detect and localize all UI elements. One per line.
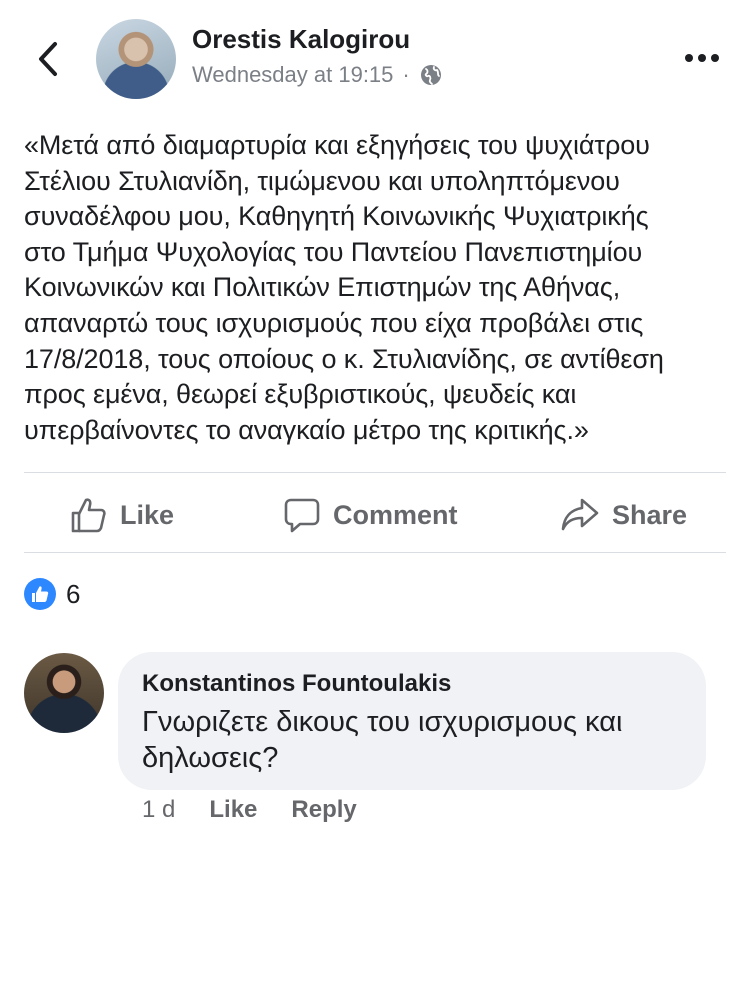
comment-text-line: δηλωσεις? bbox=[142, 742, 279, 774]
comment-meta: 1 d Like Reply bbox=[142, 796, 391, 824]
post-timestamp[interactable]: Wednesday at 19:15 bbox=[192, 62, 393, 88]
poster-name[interactable]: Orestis Kalogirou bbox=[192, 24, 410, 55]
like-button[interactable]: Like bbox=[70, 488, 174, 542]
reaction-count: 6 bbox=[66, 578, 81, 609]
comment-label: Comment bbox=[333, 499, 458, 530]
divider-top bbox=[24, 472, 726, 473]
comment-reply-button[interactable]: Reply bbox=[291, 796, 356, 824]
poster-avatar[interactable] bbox=[96, 19, 176, 99]
reactions-summary[interactable]: 6 bbox=[24, 578, 80, 610]
back-button[interactable] bbox=[28, 36, 68, 82]
post-text-line: «Μετά από διαμαρτυρία και εξηγήσεις του … bbox=[24, 130, 650, 160]
share-label: Share bbox=[612, 499, 688, 530]
comment-button[interactable]: Comment bbox=[283, 488, 458, 542]
comment-icon bbox=[284, 498, 320, 533]
more-options-button[interactable] bbox=[680, 44, 724, 72]
like-reaction-icon bbox=[24, 578, 56, 610]
comment-like-button[interactable]: Like bbox=[209, 796, 257, 824]
like-label: Like bbox=[120, 499, 175, 530]
post-meta: Wednesday at 19:15 · bbox=[192, 62, 443, 88]
thumbs-up-icon bbox=[71, 498, 106, 533]
commenter-avatar[interactable] bbox=[24, 653, 104, 733]
meta-separator: · bbox=[402, 62, 410, 87]
comment-text: Γνωριζετε δικους του ισχυρισμους και δηλ… bbox=[142, 704, 702, 776]
post-text-line: συναδέλφου μου, Καθηγητή Κοινωνικής Ψυχι… bbox=[24, 201, 649, 232]
more-icon bbox=[685, 54, 719, 62]
share-icon bbox=[561, 498, 599, 531]
post-text-line: στο Τμήμα Ψυχολογίας του Παντείου Πανεπι… bbox=[24, 236, 643, 267]
comment-text-line: Γνωριζετε δικους του ισχυρισμους και bbox=[142, 706, 623, 738]
chevron-left-icon bbox=[39, 42, 57, 76]
post-text-line: απαναρτώ τους ισχυρισμούς που είχα προβά… bbox=[24, 307, 644, 338]
post-text-line: προς εμένα, θεωρεί εξυβριστικούς, ψευδεί… bbox=[24, 379, 577, 410]
post-text-line: 17/8/2018, τους οποίους ο κ. Στυλιανίδης… bbox=[24, 343, 664, 374]
share-button[interactable]: Share bbox=[560, 488, 687, 542]
comment-author[interactable]: Konstantinos Fountoulakis bbox=[142, 670, 451, 698]
divider-bottom bbox=[24, 552, 726, 553]
globe-icon bbox=[420, 65, 441, 85]
post-text: «Μετά από διαμαρτυρία και εξηγήσεις του … bbox=[24, 128, 724, 448]
comment-time: 1 d bbox=[142, 796, 176, 823]
post-text-line: Στέλιου Στυλιανίδη, τιμώμενου και υποληπ… bbox=[24, 165, 620, 196]
post-text-line: υπερβαίνοντες το αναγκαίο μέτρο της κριτ… bbox=[24, 414, 589, 445]
post-text-line: Κοινωνικών και Πολιτικών Επιστημών της Α… bbox=[24, 272, 621, 303]
